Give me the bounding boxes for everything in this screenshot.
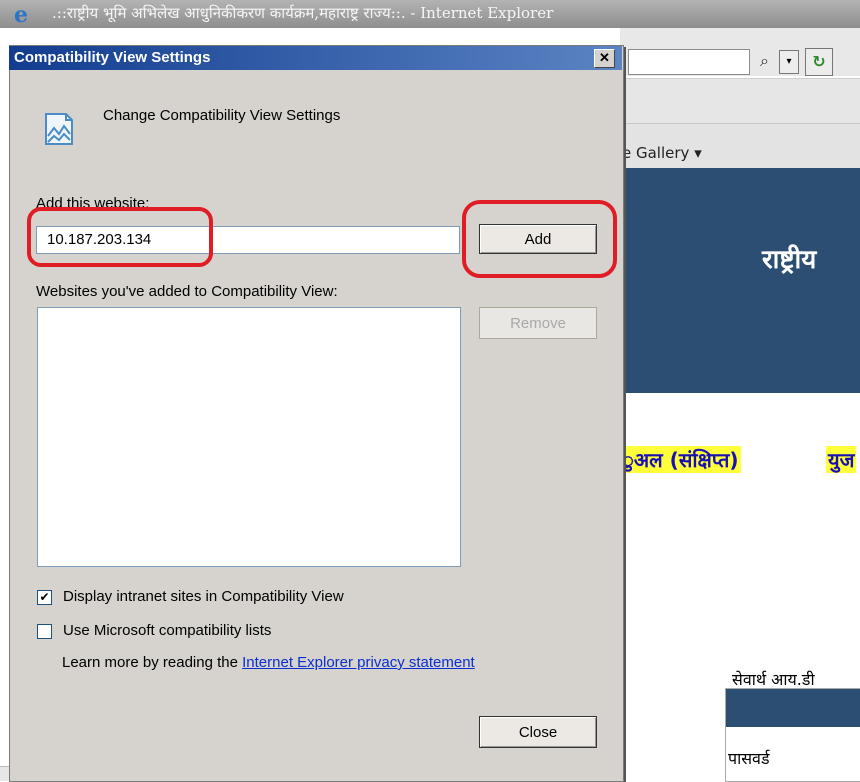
microsoft-lists-checkbox-label[interactable]: Use Microsoft compatibility lists [63, 622, 271, 639]
close-icon[interactable]: ✕ [594, 49, 615, 68]
ie-logo-icon: e [14, 2, 28, 28]
page-heading: राष्ट्रीय [762, 245, 817, 275]
privacy-statement-link[interactable]: Internet Explorer privacy statement [242, 654, 475, 671]
remove-button[interactable]: Remove [479, 307, 597, 339]
ie-menu-bar [620, 78, 860, 123]
highlight-ring-input [27, 207, 213, 267]
ie-address-input[interactable] [628, 49, 750, 75]
intranet-checkbox-label[interactable]: Display intranet sites in Compatibility … [63, 588, 344, 605]
websites-list-label: Websites you've added to Compatibility V… [36, 283, 338, 300]
refresh-icon[interactable]: ↻ [805, 48, 833, 76]
highlight-ring-add-button [462, 200, 617, 278]
intranet-checkbox[interactable]: ✔ [37, 590, 52, 605]
learn-more-text: Learn more by reading the Internet Explo… [62, 654, 475, 671]
learn-more-prefix: Learn more by reading the [62, 654, 243, 671]
dialog-subtitle: Change Compatibility View Settings [103, 107, 341, 124]
dialog-title: Compatibility View Settings [14, 49, 211, 66]
manual-link[interactable]: ुअल (संक्षिप्त) [620, 446, 741, 473]
page-banner [620, 168, 860, 393]
close-button[interactable]: Close [479, 716, 597, 748]
microsoft-lists-checkbox[interactable] [37, 624, 52, 639]
login-box-header [726, 689, 860, 727]
chevron-down-icon[interactable]: ▾ [779, 50, 799, 74]
compatibility-view-icon [40, 110, 76, 148]
web-slice-gallery-link[interactable]: e Gallery ▾ [622, 144, 702, 162]
user-manual-link[interactable]: युज [826, 446, 857, 473]
sevarth-id-label: सेवार्थ आय.डी [732, 670, 815, 689]
search-icon[interactable]: ⌕ [760, 51, 769, 71]
password-label: पासवर्ड [728, 749, 770, 768]
ie-window-title: .::राष्ट्रीय भूमि अभिलेख आधुनिकीकरण कार्… [52, 4, 554, 22]
websites-listbox[interactable] [37, 307, 461, 567]
